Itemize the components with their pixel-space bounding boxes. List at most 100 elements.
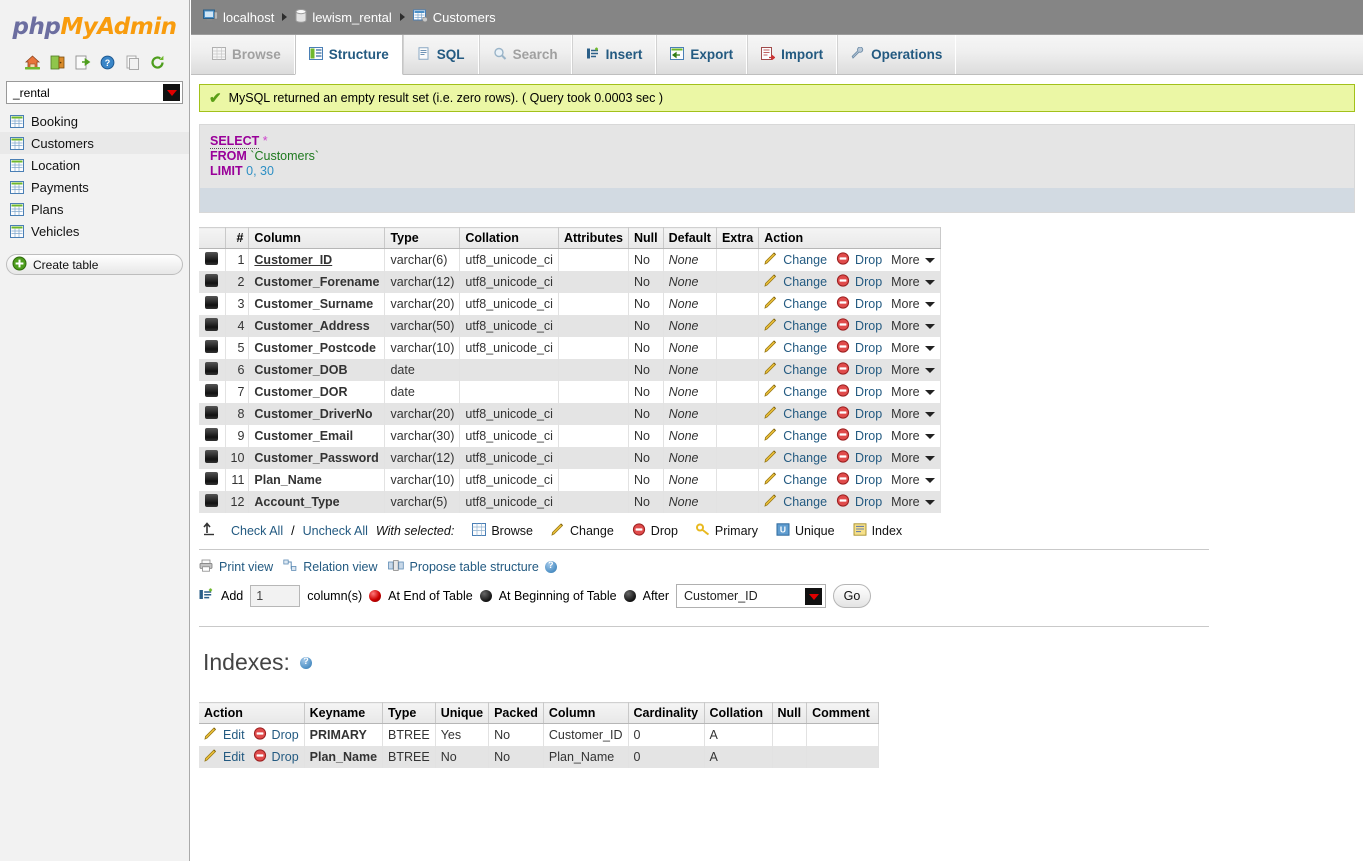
sql-query-box[interactable]: SELECT * FROM `Customers` LIMIT 0, 30 [199,124,1355,213]
with-selected-unique[interactable]: U Unique [776,523,835,539]
drop-link[interactable]: Drop [855,385,882,399]
row-checkbox[interactable] [205,362,219,375]
tab-browse[interactable]: Browse [199,35,295,74]
help-icon[interactable] [544,560,557,573]
change-link[interactable]: Change [783,473,827,487]
more-link[interactable]: More [891,429,919,443]
row-checkbox[interactable] [205,252,219,265]
home-icon[interactable] [24,54,41,71]
create-table-button[interactable]: Create table [6,254,183,275]
more-link[interactable]: More [891,385,919,399]
drop-link[interactable]: Drop [855,495,882,509]
help-icon[interactable] [299,656,312,669]
tab-structure[interactable]: Structure [294,35,403,75]
chevron-down-icon[interactable] [924,367,935,373]
drop-link[interactable]: Drop [855,451,882,465]
breadcrumb-item-server[interactable]: localhost [203,9,274,26]
database-select[interactable]: _rental [6,81,183,104]
more-link[interactable]: More [891,473,919,487]
change-link[interactable]: Change [783,451,827,465]
row-checkbox[interactable] [205,274,219,287]
chevron-down-icon[interactable] [163,84,180,101]
chevron-down-icon[interactable] [924,433,935,439]
more-link[interactable]: More [891,495,919,509]
with-selected-change[interactable]: Change [551,523,614,539]
sidebar-item-customers[interactable]: Customers [0,132,189,154]
chevron-down-icon[interactable] [805,588,823,605]
phpmyadmin-logo[interactable]: phpMyAdmin [0,0,189,46]
more-link[interactable]: More [891,297,919,311]
drop-link[interactable]: Drop [855,253,882,267]
row-checkbox[interactable] [205,318,219,331]
chevron-down-icon[interactable] [924,411,935,417]
with-selected-primary[interactable]: Primary [695,523,758,539]
more-link[interactable]: More [891,363,919,377]
sidebar-item-plans[interactable]: Plans [0,198,189,220]
chevron-down-icon[interactable] [924,323,935,329]
propose-table-structure-link[interactable]: Propose table structure [410,560,539,574]
drop-link[interactable]: Drop [272,728,299,742]
chevron-down-icon[interactable] [924,257,935,263]
change-link[interactable]: Change [783,319,827,333]
check-all-link[interactable]: Check All [231,524,283,538]
with-selected-browse[interactable]: Browse [472,523,533,539]
row-checkbox[interactable] [205,494,219,507]
drop-link[interactable]: Drop [855,275,882,289]
tab-export[interactable]: Export [656,35,748,74]
drop-link[interactable]: Drop [855,319,882,333]
sidebar-item-booking[interactable]: Booking [0,110,189,132]
edit-link[interactable]: Edit [223,750,245,764]
drop-link[interactable]: Drop [855,341,882,355]
edit-link[interactable]: Edit [223,728,245,742]
sidebar-item-payments[interactable]: Payments [0,176,189,198]
change-link[interactable]: Change [783,385,827,399]
change-link[interactable]: Change [783,253,827,267]
add-column-count-input[interactable] [250,585,301,607]
export-icon[interactable] [74,54,91,71]
drop-link[interactable]: Drop [855,297,882,311]
print-view-link[interactable]: Print view [219,560,273,574]
sidebar-item-location[interactable]: Location [0,154,189,176]
chevron-down-icon[interactable] [924,279,935,285]
change-link[interactable]: Change [783,275,827,289]
change-link[interactable]: Change [783,495,827,509]
logout-icon[interactable] [49,54,66,71]
breadcrumb-item-table[interactable]: Customers [412,9,496,26]
chevron-down-icon[interactable] [924,455,935,461]
chevron-down-icon[interactable] [924,389,935,395]
chevron-down-icon[interactable] [924,477,935,483]
row-checkbox[interactable] [205,472,219,485]
change-link[interactable]: Change [783,341,827,355]
change-link[interactable]: Change [783,297,827,311]
more-link[interactable]: More [891,253,919,267]
tab-import[interactable]: Import [747,35,838,74]
help-icon[interactable]: ? [99,54,116,71]
after-column-select[interactable]: Customer_ID [676,584,827,608]
row-checkbox[interactable] [205,450,219,463]
change-link[interactable]: Change [783,363,827,377]
drop-link[interactable]: Drop [855,473,882,487]
row-checkbox[interactable] [205,406,219,419]
with-selected-drop[interactable]: Drop [632,523,678,539]
more-link[interactable]: More [891,407,919,421]
drop-link[interactable]: Drop [855,407,882,421]
chevron-down-icon[interactable] [924,301,935,307]
tab-insert[interactable]: Insert [571,35,657,74]
drop-link[interactable]: Drop [855,429,882,443]
tab-search[interactable]: Search [478,35,572,74]
row-checkbox[interactable] [205,428,219,441]
tab-operations[interactable]: Operations [837,35,957,74]
reload-icon[interactable] [149,54,166,71]
with-selected-index[interactable]: Index [853,523,902,539]
more-link[interactable]: More [891,275,919,289]
row-checkbox[interactable] [205,340,219,353]
copy-icon[interactable] [124,54,141,71]
tab-sql[interactable]: SQL [402,35,479,74]
chevron-down-icon[interactable] [924,345,935,351]
drop-link[interactable]: Drop [272,750,299,764]
more-link[interactable]: More [891,319,919,333]
drop-link[interactable]: Drop [855,363,882,377]
breadcrumb-item-database[interactable]: lewism_rental [295,8,392,26]
radio-at-beginning-of-table[interactable] [479,590,492,602]
uncheck-all-link[interactable]: Uncheck All [303,524,368,538]
